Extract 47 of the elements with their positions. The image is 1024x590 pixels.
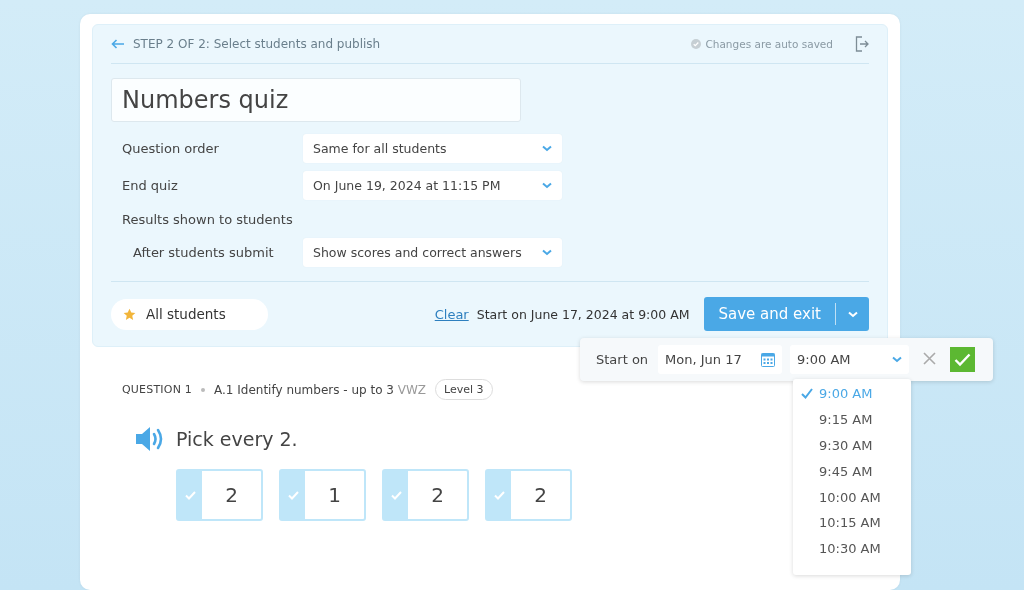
time-option[interactable]: 10:15 AM bbox=[793, 510, 911, 536]
time-option[interactable]: 9:30 AM bbox=[793, 432, 911, 459]
setting-label: Question order bbox=[121, 141, 220, 156]
step-title: STEP 2 OF 2: Select students and publish bbox=[133, 37, 381, 51]
chevron-down-icon bbox=[542, 249, 552, 256]
start-summary: Start on June 17, 2024 at 9:00 AM bbox=[476, 306, 690, 322]
setting-label: After students submit bbox=[132, 245, 275, 260]
setting-label: End quiz bbox=[121, 178, 179, 193]
time-option[interactable]: 10:00 AM bbox=[793, 484, 911, 510]
question-prompt: Pick every 2. bbox=[176, 428, 298, 450]
select-dropdown[interactable]: Show scores and correct answers bbox=[303, 238, 562, 267]
answer-choice[interactable]: 2 bbox=[176, 469, 263, 521]
start-on-label: Start on bbox=[596, 352, 649, 367]
check-icon bbox=[954, 352, 972, 367]
time-option[interactable]: 10:30 AM bbox=[793, 535, 911, 562]
section-label: Results shown to students bbox=[121, 211, 294, 227]
chevron-down-icon bbox=[542, 182, 552, 189]
select-dropdown[interactable]: Same for all students bbox=[303, 134, 562, 163]
answer-choice[interactable]: 1 bbox=[279, 469, 366, 521]
check-icon bbox=[287, 490, 299, 500]
time-option[interactable]: 9:45 AM bbox=[793, 458, 911, 485]
quiz-title-field[interactable]: Numbers quiz bbox=[111, 78, 521, 122]
chevron-down-icon bbox=[892, 356, 903, 363]
check-icon bbox=[390, 490, 402, 500]
check-icon bbox=[184, 490, 196, 500]
answer-choice[interactable]: 2 bbox=[382, 469, 469, 521]
time-select[interactable]: 9:00 AM bbox=[790, 345, 910, 374]
time-option[interactable]: 9:15 AM bbox=[793, 406, 911, 433]
check-icon bbox=[801, 388, 813, 400]
select-dropdown[interactable]: On June 19, 2024 at 11:15 PM bbox=[303, 171, 562, 200]
skill-name: A.1 Identify numbers - up to 3 VWZ bbox=[214, 382, 427, 397]
back-arrow-icon[interactable] bbox=[111, 39, 125, 49]
exit-icon[interactable] bbox=[855, 36, 869, 52]
answer-choice[interactable]: 2 bbox=[485, 469, 572, 521]
check-circle-icon bbox=[691, 39, 702, 49]
autosave-status: Changes are auto saved bbox=[705, 38, 833, 50]
close-icon bbox=[923, 351, 937, 365]
students-button[interactable]: All students bbox=[111, 298, 268, 330]
star-icon bbox=[123, 307, 136, 321]
chevron-down-icon bbox=[847, 310, 858, 318]
clear-link[interactable]: Clear bbox=[434, 306, 469, 322]
question-number: QUESTION 1 bbox=[122, 383, 192, 396]
calendar-icon bbox=[761, 352, 776, 367]
check-icon bbox=[493, 490, 505, 500]
confirm-button[interactable] bbox=[950, 347, 976, 372]
chevron-down-icon bbox=[542, 145, 552, 152]
date-field[interactable]: Mon, Jun 17 bbox=[658, 345, 783, 374]
